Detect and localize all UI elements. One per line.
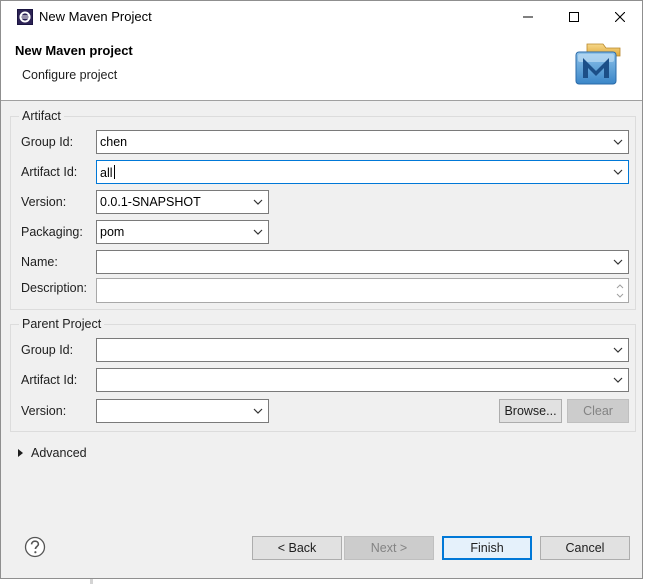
version-value: 0.0.1-SNAPSHOT <box>100 195 201 209</box>
close-icon <box>615 11 625 22</box>
maximize-icon <box>569 11 579 22</box>
maximize-button[interactable] <box>551 1 597 32</box>
artifact-section-label: Artifact <box>19 109 64 123</box>
parent-group-id-label: Group Id: <box>21 343 74 357</box>
version-combo[interactable]: 0.0.1-SNAPSHOT <box>96 190 269 214</box>
parent-artifact-id-combo[interactable] <box>96 368 629 392</box>
eclipse-icon <box>17 9 33 25</box>
group-id-combo[interactable]: chen <box>96 130 629 154</box>
chevron-down-icon[interactable] <box>613 376 623 384</box>
parent-version-label: Version: <box>21 404 67 418</box>
clear-button[interactable]: Clear <box>567 399 629 423</box>
expand-triangle-icon[interactable] <box>17 448 25 458</box>
background-area <box>643 0 650 584</box>
chevron-down-icon[interactable] <box>253 198 263 206</box>
parent-group-id-combo[interactable] <box>96 338 629 362</box>
description-field[interactable] <box>96 278 629 303</box>
background-divider <box>90 579 93 584</box>
version-label: Version: <box>21 195 67 209</box>
chevron-down-icon[interactable] <box>613 346 623 354</box>
packaging-label: Packaging: <box>21 225 83 239</box>
group-id-value: chen <box>100 135 128 149</box>
artifact-id-label: Artifact Id: <box>21 165 78 179</box>
packaging-select[interactable]: pom <box>96 220 269 244</box>
chevron-down-icon[interactable] <box>613 168 623 176</box>
help-icon[interactable] <box>24 536 46 558</box>
page-subtitle: Configure project <box>22 68 118 82</box>
close-button[interactable] <box>597 1 643 32</box>
parent-version-combo[interactable] <box>96 399 269 423</box>
cancel-button[interactable]: Cancel <box>540 536 630 560</box>
wizard-header: New Maven project Configure project <box>1 32 642 101</box>
name-combo[interactable] <box>96 250 629 274</box>
next-button[interactable]: Next > <box>344 536 434 560</box>
browse-button[interactable]: Browse... <box>499 399 562 423</box>
group-id-label: Group Id: <box>21 135 74 149</box>
chevron-down-icon[interactable] <box>253 228 263 236</box>
minimize-icon <box>523 16 533 17</box>
page-title: New Maven project <box>15 43 133 58</box>
finish-button[interactable]: Finish <box>442 536 532 560</box>
artifact-id-combo[interactable]: all <box>96 160 629 184</box>
name-label: Name: <box>21 255 58 269</box>
minimize-button[interactable] <box>505 1 551 32</box>
maven-logo-icon <box>575 43 621 85</box>
advanced-toggle[interactable]: Advanced <box>17 446 87 460</box>
chevron-down-icon[interactable] <box>253 407 263 415</box>
window-title: New Maven Project <box>39 9 152 24</box>
parent-section-label: Parent Project <box>19 317 105 331</box>
artifact-id-value: all <box>100 165 115 180</box>
chevron-down-icon[interactable] <box>613 258 623 266</box>
dialog-window: New Maven Project New Maven project Conf… <box>0 0 643 579</box>
title-bar: New Maven Project <box>1 1 642 32</box>
advanced-label: Advanced <box>31 446 87 460</box>
back-button[interactable]: < Back <box>252 536 342 560</box>
parent-artifact-id-label: Artifact Id: <box>21 373 78 387</box>
packaging-value: pom <box>100 225 125 239</box>
scroll-arrows-icon[interactable] <box>615 281 625 301</box>
text-caret <box>113 165 115 179</box>
description-label: Description: <box>21 281 87 295</box>
chevron-down-icon[interactable] <box>613 138 623 146</box>
